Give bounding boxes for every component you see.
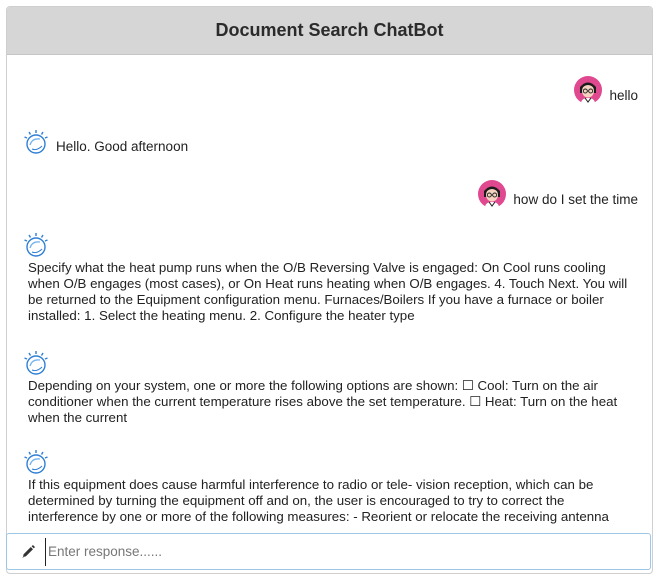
bot-message: Hello. Good afternoon [7, 129, 652, 159]
message-list[interactable]: hello Hello. Good afternoon how do I set… [7, 56, 652, 528]
user-message-text: hello [609, 87, 638, 103]
bot-icon [23, 232, 49, 257]
user-message-text: how do I set the time [513, 191, 638, 207]
bot-icon [23, 449, 49, 474]
chat-title: Document Search ChatBot [215, 20, 444, 40]
chat-header: Document Search ChatBot [7, 7, 652, 55]
user-message: hello [7, 76, 652, 104]
bot-message-text: If this equipment does cause harmful int… [28, 477, 609, 524]
response-input[interactable] [45, 537, 650, 566]
pencil-icon [22, 544, 35, 558]
bot-message: Depending on your system, one or more th… [7, 350, 652, 430]
chat-window: Document Search ChatBot hello Hello. Goo… [6, 6, 653, 574]
bot-icon [23, 350, 49, 375]
user-avatar-icon [574, 76, 603, 104]
bot-message: Specify what the heat pump runs when the… [7, 232, 652, 327]
user-avatar-icon [478, 180, 507, 208]
bot-message-text: Depending on your system, one or more th… [28, 378, 618, 425]
bot-message-text: Hello. Good afternoon [56, 139, 189, 154]
user-message: how do I set the time [7, 180, 652, 208]
bot-message-text: Specify what the heat pump runs when the… [28, 260, 628, 323]
response-input-bar [6, 533, 651, 570]
bot-message: If this equipment does cause harmful int… [7, 449, 652, 528]
bot-icon [23, 129, 49, 154]
